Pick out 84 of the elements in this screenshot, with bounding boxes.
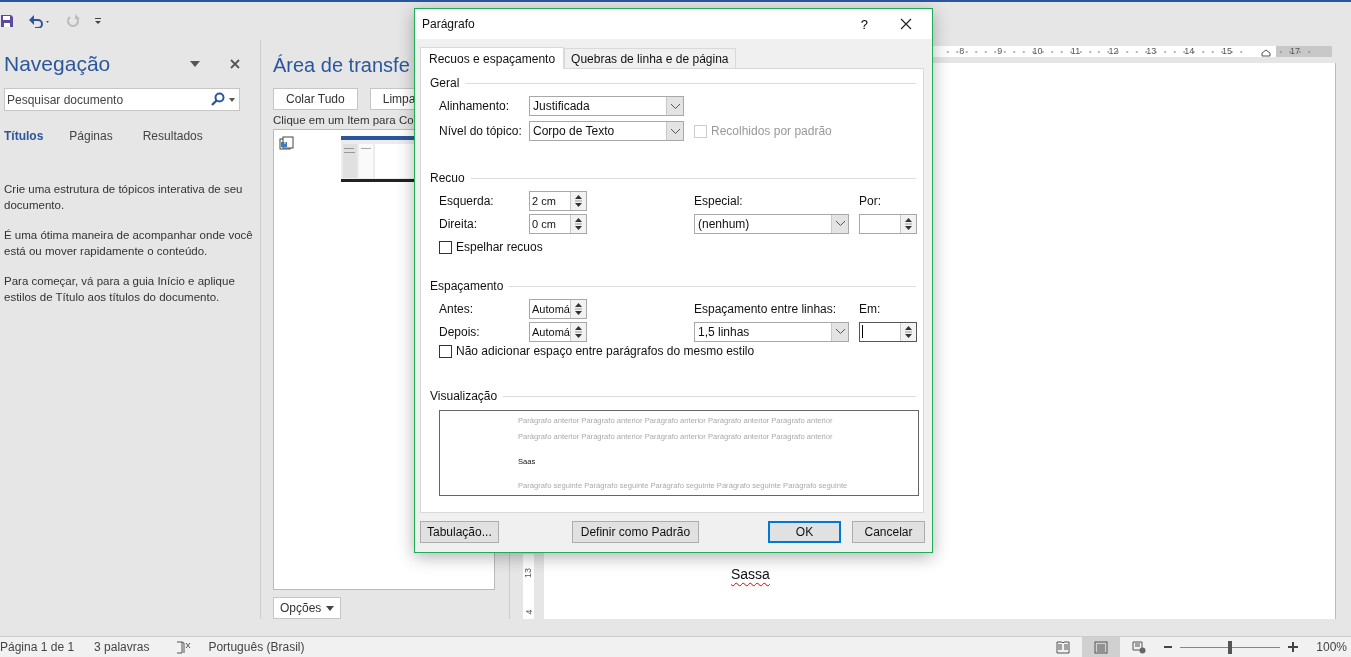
zoom-level[interactable]: 100% <box>1316 640 1347 654</box>
by-spinner[interactable] <box>859 213 917 234</box>
section-heading: Espaçamento <box>430 279 504 293</box>
language[interactable]: Português (Brasil) <box>208 640 305 654</box>
caret-icon[interactable] <box>229 98 235 102</box>
checkbox[interactable] <box>439 344 452 358</box>
field-label: Direita: <box>439 216 478 231</box>
proofing-icon[interactable] <box>176 640 193 654</box>
dialog-tab[interactable]: Quebras de linha e de página <box>564 48 736 68</box>
chevron-icon <box>670 103 680 109</box>
nav-tab[interactable]: Resultados <box>138 125 203 147</box>
zoom-thumb[interactable] <box>1228 640 1233 654</box>
pane-title: Navegação <box>4 52 111 76</box>
field-label: Antes: <box>439 302 475 316</box>
close-icon[interactable] <box>230 59 240 69</box>
spin-arrows-icon <box>905 325 912 338</box>
before-spinner[interactable]: Automá <box>529 299 587 319</box>
checkbox-label: Recolhidos por padrão <box>711 124 832 138</box>
clipboard-button[interactable]: Colar Tudo <box>273 88 358 110</box>
checkbox-label: Espelhar recuos <box>456 240 543 254</box>
help-text: É uma ótima maneira de acompanhar onde você está ou mover rapidamente o conteúdo. <box>4 228 254 259</box>
chevron-icon <box>835 221 845 226</box>
word-count[interactable]: 3 palavras <box>94 640 150 654</box>
section-heading: Recuo <box>430 171 465 185</box>
at-spinner[interactable] <box>859 321 917 342</box>
undo-icon[interactable] <box>28 14 52 28</box>
chevron-icon <box>835 329 845 334</box>
left-indent-spinner[interactable]: 2 cm <box>529 191 587 211</box>
right-indent-spinner[interactable]: 0 cm <box>529 213 587 234</box>
checkbox[interactable] <box>439 240 452 254</box>
help-button[interactable]: ? <box>860 16 868 32</box>
page-count[interactable]: Página 1 de 1 <box>0 640 75 654</box>
help-text: Para começar, vá para a guia Início e aplique estilos de Título aos títulos do documento. <box>4 274 236 305</box>
zoom-in-icon[interactable] <box>1288 642 1299 652</box>
help-text: Crie uma estrutura de tópicos interativa de seu documento. <box>4 182 244 213</box>
field-label: Depois: <box>439 324 481 339</box>
field-label: Espaçamento entre linhas: <box>694 302 838 316</box>
web-page-icon <box>1132 640 1147 654</box>
field-label: Por: <box>859 194 882 208</box>
spin-arrows-icon <box>575 325 582 338</box>
field-label: Alinhamento: <box>439 99 511 113</box>
spin-arrows-icon <box>905 217 912 230</box>
options-button[interactable]: Opções <box>273 597 342 619</box>
dialog-title: Parágrafo <box>422 17 476 31</box>
field-label: Especial: <box>694 194 744 208</box>
zoom-out-icon[interactable] <box>1164 643 1173 651</box>
field-label: Em: <box>859 302 882 316</box>
after-spinner[interactable]: Automá <box>529 321 587 342</box>
print-layout-button[interactable] <box>1082 637 1121 657</box>
field-label: Nível do tópico: <box>439 124 523 138</box>
document-text: Sassa <box>731 566 770 582</box>
image-icon <box>279 136 295 152</box>
nav-tab[interactable]: Páginas <box>65 125 113 147</box>
indent-marker-icon[interactable] <box>1261 49 1271 57</box>
page-icon <box>1094 640 1109 654</box>
instruction-text: Clique em um Item para Co <box>273 114 415 126</box>
special-dropdown[interactable]: (nenhum) <box>694 213 849 234</box>
pane-title: Área de transfe <box>273 53 410 78</box>
chevron-icon <box>670 128 680 134</box>
dropdown-icon[interactable] <box>190 61 200 67</box>
book-icon <box>1056 640 1071 654</box>
dialog-button[interactable]: OK <box>768 521 841 543</box>
save-icon[interactable] <box>0 14 14 28</box>
search-icon[interactable] <box>211 92 225 106</box>
caret-icon <box>326 605 335 611</box>
search-field[interactable]: Pesquisar documento <box>4 88 240 111</box>
close-icon[interactable] <box>900 18 912 30</box>
section-heading: Geral <box>430 76 460 90</box>
customize-icon[interactable] <box>94 17 102 25</box>
spin-arrows-icon <box>575 303 582 315</box>
alignment-dropdown[interactable]: Justificada <box>529 96 684 116</box>
dialog-button[interactable]: Tabulação... <box>420 521 499 543</box>
dialog-button[interactable]: Cancelar <box>852 521 925 543</box>
outline-level-dropdown[interactable]: Corpo de Texto <box>529 121 684 141</box>
section-heading: Visualização <box>430 389 498 403</box>
field-label: Esquerda: <box>439 194 495 208</box>
spin-arrows-icon <box>575 195 582 207</box>
spin-arrows-icon <box>575 217 582 230</box>
vertical-ruler: 13 4 <box>523 554 534 619</box>
dialog-button[interactable]: Definir como Padrão <box>571 521 700 543</box>
dialog-tab[interactable]: Recuos e espaçamento <box>420 47 565 69</box>
checkbox-label: Não adicionar espaço entre parágrafos do mesmo estilo <box>456 344 755 358</box>
line-spacing-dropdown[interactable]: 1,5 linhas <box>694 321 849 342</box>
nav-tab[interactable]: Títulos <box>0 125 44 147</box>
